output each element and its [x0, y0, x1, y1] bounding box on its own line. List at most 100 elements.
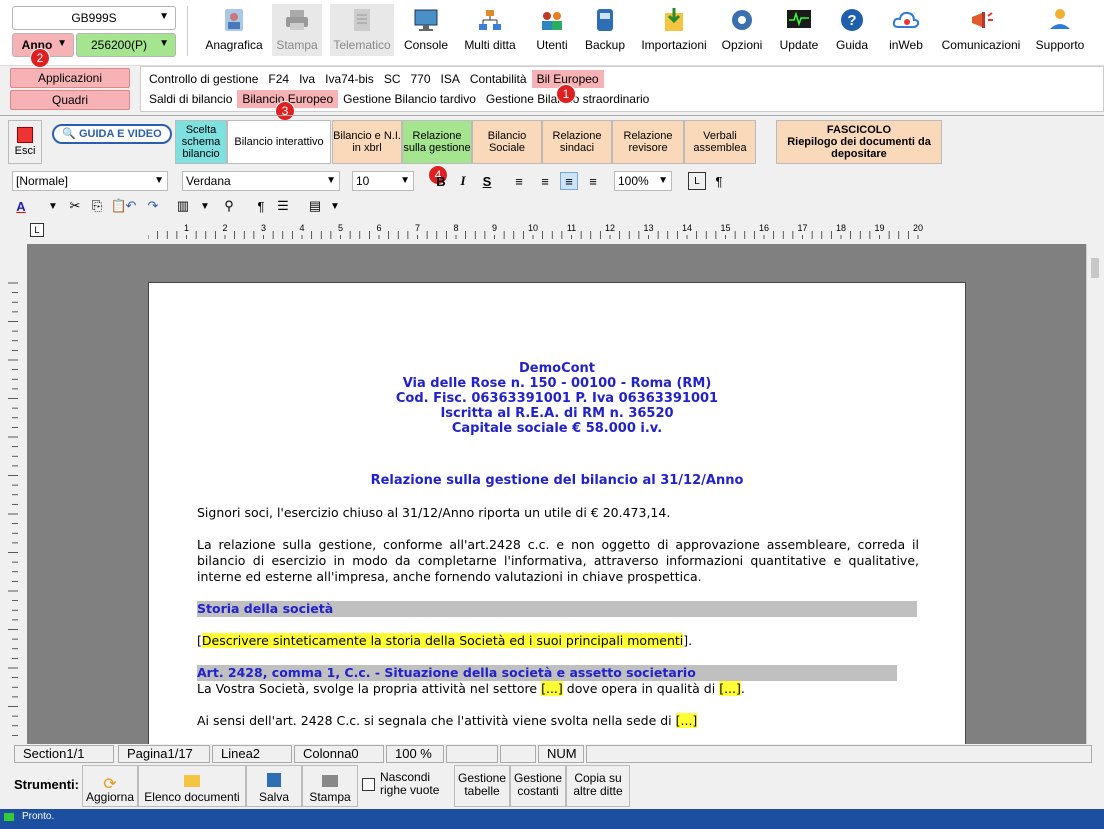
undo-icon[interactable]: ↶ [122, 197, 140, 215]
menu-controllo-gestione[interactable]: Controllo di gestione [144, 70, 263, 88]
menu-770[interactable]: 770 [405, 70, 435, 88]
menu-iva[interactable]: Iva [294, 70, 320, 88]
horizontal-ruler[interactable]: 1 2 3 4 5 6 7 8 9 10 11 12 13 14 15 16 17 18 19 20 [147, 221, 968, 241]
ruler-number: 2 [222, 223, 227, 233]
menu-bilancio-tardivo[interactable]: Gestione Bilancio tardivo [338, 90, 481, 108]
nav-row-2: Saldi di bilancio Bilancio Europeo Gesti… [144, 90, 654, 108]
relazione-gestione-button[interactable]: Relazione sulla gestione [402, 120, 472, 164]
scrollbar-thumb[interactable] [1091, 258, 1099, 278]
copy-icon[interactable]: ⎘ [88, 197, 106, 215]
library-icon[interactable]: ▤ [306, 197, 324, 215]
menu-contabilita[interactable]: Contabilità [465, 70, 532, 88]
quadri-button[interactable]: Quadri [10, 90, 130, 110]
quadri-label: Quadri [51, 93, 89, 107]
chevron-down-icon[interactable]: ▼ [196, 197, 214, 215]
status-line: Linea2 [212, 745, 292, 763]
style-select[interactable]: [Normale] ▼ [12, 171, 168, 191]
align-right-icon[interactable]: ≡ [560, 172, 578, 190]
console-button[interactable]: Console [402, 4, 450, 56]
vertical-scrollbar[interactable] [1086, 244, 1104, 744]
guida-button[interactable]: ? Guida [832, 4, 872, 56]
utenti-button[interactable]: Utenti [532, 4, 572, 56]
company-combo[interactable]: GB999S ▼ [12, 6, 176, 30]
chevron-down-icon[interactable]: ▼ [326, 197, 344, 215]
anagrafica-button[interactable]: Anagrafica [204, 4, 264, 56]
importazioni-button[interactable]: Importazioni [638, 4, 710, 56]
verbali-button[interactable]: Verbali assemblea [684, 120, 756, 164]
salva-button[interactable]: Salva [246, 765, 302, 807]
italic-icon[interactable]: I [454, 172, 472, 190]
nascondi-checkbox[interactable] [362, 778, 375, 791]
menu-f24[interactable]: F24 [263, 70, 294, 88]
update-button[interactable]: Update [776, 4, 822, 56]
guida-video-button[interactable]: 🔍 GUIDA E VIDEO [52, 124, 172, 144]
cut-icon[interactable]: ✂ [66, 197, 84, 215]
find-icon[interactable]: ⚲ [220, 197, 238, 215]
applicazioni-button[interactable]: Applicazioni [10, 68, 130, 88]
gestione-costanti-button[interactable]: Gestione costanti [510, 765, 566, 807]
nascondi-label: Nascondi righe vuote [380, 770, 440, 797]
ruler-number: 4 [299, 223, 304, 233]
relazione-sindaci-button[interactable]: Relazione sindaci [542, 120, 612, 164]
align-left-icon[interactable]: ≡ [510, 172, 528, 190]
document-page[interactable]: DemoCont Via delle Rose n. 150 - 00100 -… [148, 282, 966, 744]
menu-saldi-bilancio[interactable]: Saldi di bilancio [144, 90, 237, 108]
font-select[interactable]: Verdana ▼ [182, 171, 340, 191]
menu-iva74bis[interactable]: Iva74-bis [320, 70, 379, 88]
esci-label: Esci [14, 145, 36, 157]
supporto-button[interactable]: Supporto [1032, 4, 1088, 56]
placeholder-highlight[interactable]: Descrivere sinteticamente la storia dell… [201, 633, 684, 648]
page-break-icon[interactable]: L [688, 172, 706, 190]
size-select[interactable]: 10 ▼ [352, 171, 414, 191]
placeholder-highlight[interactable]: [...] [675, 713, 698, 728]
company-name: DemoCont [518, 361, 596, 376]
chevron-down-icon[interactable]: ▼ [44, 197, 62, 215]
table-icon[interactable]: ▥ [174, 197, 192, 215]
verbali-label: Verbali assemblea [693, 130, 747, 154]
bilancio-ni-button[interactable]: Bilancio e N.I. in xbrl [332, 120, 402, 164]
bilancio-interattivo-button[interactable]: Bilancio interattivo [227, 120, 331, 164]
tab-stop-icon[interactable]: L [30, 223, 44, 237]
document-area[interactable]: DemoCont Via delle Rose n. 150 - 00100 -… [27, 244, 1086, 744]
bullet-list-icon[interactable]: ☰ [274, 197, 292, 215]
fascicolo-button[interactable]: FASCICOLO Riepilogo dei documenti da dep… [776, 120, 942, 164]
elenco-documenti-button[interactable]: Elenco documenti [138, 765, 246, 807]
font-color-icon[interactable]: A [12, 197, 30, 215]
underline-icon[interactable]: S [478, 172, 496, 190]
copia-altre-ditte-button[interactable]: Copia su altre ditte [566, 765, 630, 807]
gestione-tabelle-button[interactable]: Gestione tabelle [454, 765, 510, 807]
backup-button[interactable]: Backup [582, 4, 628, 56]
paragraph-format-icon[interactable]: ¶ [252, 197, 270, 215]
relazione-revisore-button[interactable]: Relazione revisore [612, 120, 684, 164]
save-icon [267, 773, 281, 787]
zoom-select[interactable]: 100% ▼ [614, 171, 672, 191]
pilcrow-icon[interactable]: ¶ [710, 172, 728, 190]
telematico-button[interactable]: Telematico [330, 4, 394, 56]
bold-icon[interactable]: B [432, 172, 450, 190]
multi-ditta-label: Multi ditta [464, 38, 516, 52]
esci-button[interactable]: Esci [8, 120, 42, 164]
aggiorna-button[interactable]: ⟳ Aggiorna [82, 765, 138, 807]
stampa-button[interactable]: Stampa [272, 4, 322, 56]
menu-sc[interactable]: SC [379, 70, 406, 88]
ruler-number: 20 [913, 223, 923, 233]
printer-icon [283, 6, 311, 34]
multi-ditta-button[interactable]: Multi ditta [460, 4, 520, 56]
menu-isa[interactable]: ISA [436, 70, 465, 88]
opzioni-button[interactable]: Opzioni [720, 4, 764, 56]
placeholder-highlight[interactable]: [...] [719, 681, 741, 696]
stampa-doc-button[interactable]: Stampa [302, 765, 358, 807]
ruler-number: 9 [492, 223, 497, 233]
status-empty [586, 745, 1092, 763]
fascicolo-subtitle: Riepilogo dei documenti da depositare [787, 136, 931, 160]
align-justify-icon[interactable]: ≡ [584, 172, 602, 190]
text-segment: dove opera in qualità di [562, 681, 720, 696]
comunicazioni-button[interactable]: Comunicazioni [938, 4, 1024, 56]
redo-icon[interactable]: ↷ [144, 197, 162, 215]
bilancio-sociale-button[interactable]: Bilancio Sociale [472, 120, 542, 164]
align-center-icon[interactable]: ≡ [536, 172, 554, 190]
inweb-button[interactable]: inWeb [884, 4, 928, 56]
scelta-schema-button[interactable]: Scelta schema bilancio [175, 120, 227, 164]
year-combo[interactable]: 256200(P) ▼ [76, 33, 176, 57]
placeholder-highlight[interactable]: [...] [541, 681, 563, 696]
